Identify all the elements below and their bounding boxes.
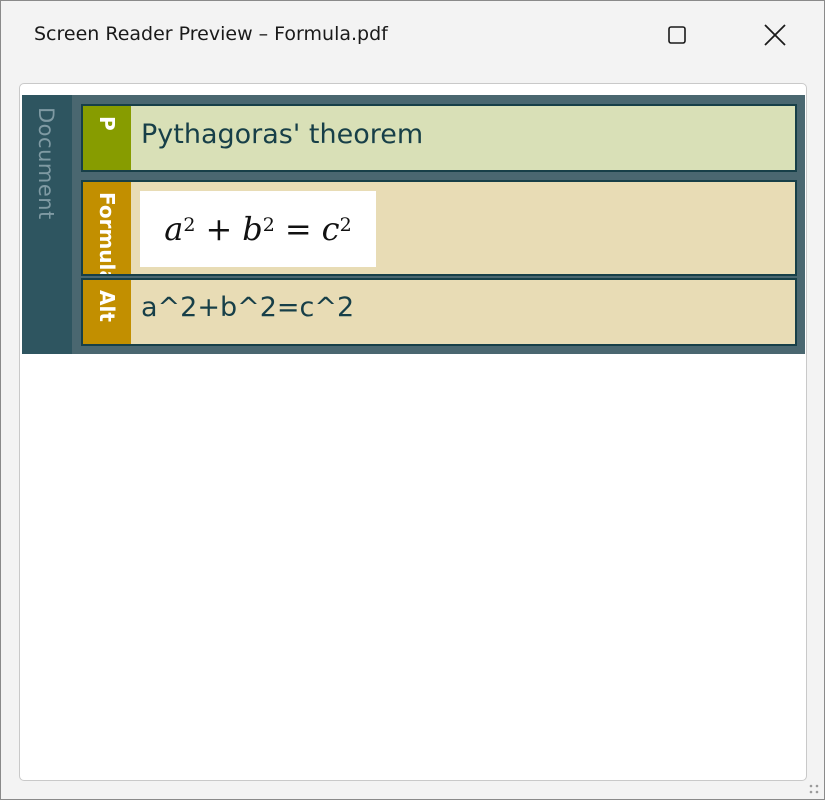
window-title: Screen Reader Preview – Formula.pdf	[34, 23, 388, 45]
alt-tag-label: Alt	[95, 290, 119, 322]
maximize-icon	[668, 26, 686, 44]
formula-exp-c: 2	[339, 214, 352, 236]
formula-tag: Formula	[83, 182, 131, 274]
paragraph-tag-label: P	[95, 116, 119, 131]
alt-text: a^2+b^2=c^2	[141, 292, 355, 323]
document-children: P Pythagoras' theorem Formula a2 + b2 = …	[72, 95, 805, 354]
paragraph-node[interactable]: P Pythagoras' theorem	[81, 104, 797, 172]
paragraph-tag: P	[83, 106, 131, 170]
close-button[interactable]	[752, 13, 798, 57]
paragraph-text: Pythagoras' theorem	[141, 119, 424, 150]
alt-text-node[interactable]: Alt a^2+b^2=c^2	[81, 278, 797, 346]
formula-var-a: a	[164, 210, 184, 248]
formula-exp-a: 2	[183, 214, 196, 236]
formula-var-b: b	[242, 210, 263, 248]
formula-exp-b: 2	[262, 214, 275, 236]
formula-var-c: c	[321, 210, 340, 248]
close-icon	[764, 24, 786, 46]
structure-tree: Document P Pythagoras' theorem Formula a…	[22, 95, 805, 354]
formula-equals: =	[284, 210, 312, 248]
preview-content-area[interactable]: Document P Pythagoras' theorem Formula a…	[19, 83, 807, 781]
document-label: Document	[34, 107, 58, 220]
formula-node[interactable]: Formula a2 + b2 = c2	[81, 180, 797, 276]
title-bar: Screen Reader Preview – Formula.pdf	[1, 1, 824, 69]
formula-tag-label: Formula	[95, 192, 119, 274]
formula-image: a2 + b2 = c2	[140, 191, 376, 267]
resize-grip-icon[interactable]	[807, 782, 821, 796]
screen-reader-preview-window: Screen Reader Preview – Formula.pdf Docu…	[0, 0, 825, 800]
formula-plus: +	[205, 210, 233, 248]
alt-tag: Alt	[83, 280, 131, 344]
maximize-button[interactable]	[654, 13, 700, 57]
document-node[interactable]: Document	[22, 95, 72, 354]
